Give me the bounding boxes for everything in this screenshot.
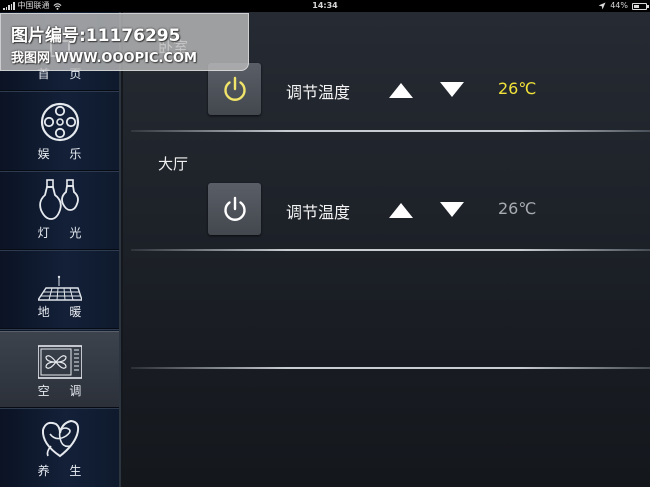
bedroom-adjust-temp-label: 调节温度 <box>286 83 351 102</box>
arrow-up-icon <box>389 203 413 218</box>
watermark-banner: 图片编号:11176295 我图网 WWW.OOOPIC.COM <box>0 13 249 71</box>
film-reel-icon <box>40 102 80 142</box>
sidebar-item-air-conditioning[interactable]: 空 调 <box>0 331 119 409</box>
app-screen: 中国联通 14:34 44% 首 页 娱 乐 灯 光 地 暖 空 调 养 生 调… <box>0 0 650 487</box>
hall-adjust-temp-label: 调节温度 <box>286 203 351 222</box>
room-divider <box>131 130 650 132</box>
hall-temp-down-button[interactable] <box>438 199 466 221</box>
watermark-site: 我图网 WWW.OOOPIC.COM <box>11 51 197 66</box>
sidebar-item-label: 娱 乐 <box>37 147 90 161</box>
bedroom-temperature: 26℃ <box>498 79 537 98</box>
light-bulbs-icon <box>39 179 79 220</box>
battery-percent: 44% <box>610 1 628 10</box>
sidebar-nav: 首 页 娱 乐 灯 光 地 暖 空 调 养 生 <box>0 12 121 487</box>
sidebar-item-label: 养 生 <box>37 464 90 478</box>
sidebar-item-label: 空 调 <box>37 384 90 398</box>
power-icon <box>223 76 246 101</box>
sidebar-item-lighting[interactable]: 灯 光 <box>0 173 119 251</box>
bedroom-temp-down-button[interactable] <box>438 79 466 101</box>
sidebar-item-floor-heating[interactable]: 地 暖 <box>0 252 119 330</box>
main-panel: 卧室 调节温度 26℃ 大厅 调节温度 <box>123 12 650 487</box>
hall-power-button[interactable] <box>208 183 261 235</box>
room-divider <box>131 249 650 251</box>
arrow-up-icon <box>389 83 413 98</box>
location-arrow-icon <box>598 2 606 10</box>
hall-temp-up-button[interactable] <box>387 199 415 221</box>
status-time: 14:34 <box>312 1 338 10</box>
sidebar-item-entertainment[interactable]: 娱 乐 <box>0 94 119 172</box>
arrow-down-icon <box>440 82 464 97</box>
sidebar-item-wellness[interactable]: 养 生 <box>0 410 119 487</box>
wellness-icon <box>41 419 80 458</box>
status-bar: 中国联通 14:34 44% <box>0 0 650 12</box>
room-title-hall: 大厅 <box>158 155 189 173</box>
battery-icon <box>632 2 649 10</box>
room-divider <box>131 367 650 369</box>
air-conditioner-icon <box>38 345 82 379</box>
sidebar-item-label: 灯 光 <box>37 226 90 240</box>
power-icon <box>223 196 246 221</box>
floor-heating-icon <box>38 275 82 301</box>
arrow-down-icon <box>440 202 464 217</box>
status-bar-right: 44% <box>598 0 649 12</box>
hall-temperature: 26℃ <box>498 199 537 218</box>
bedroom-temp-up-button[interactable] <box>387 79 415 101</box>
sidebar-item-label: 地 暖 <box>37 305 90 319</box>
watermark-image-id: 图片编号:11176295 <box>11 26 181 46</box>
